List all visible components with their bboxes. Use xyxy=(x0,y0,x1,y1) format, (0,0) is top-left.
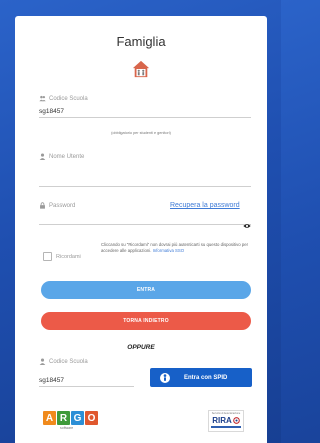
lock-icon xyxy=(40,202,45,209)
page-title: Famiglia xyxy=(116,34,166,49)
argo-letter: G xyxy=(71,411,84,425)
back-button[interactable]: TORNA INDIETRO xyxy=(41,312,251,330)
rira-caption: Servizio di Autenticazione xyxy=(211,412,241,415)
family-house-icon xyxy=(132,60,150,78)
argo-letter: O xyxy=(85,411,98,425)
sso-info-link[interactable]: Informativa SSO xyxy=(153,248,185,253)
enter-button[interactable]: ENTRA xyxy=(41,281,251,299)
show-password-icon[interactable] xyxy=(243,223,251,229)
password-input[interactable] xyxy=(39,213,251,225)
remember-label: Ricordami xyxy=(56,254,81,260)
rira-wordmark: RIRA xyxy=(212,416,240,425)
argo-letter: A xyxy=(43,411,56,425)
spid-school-code-input[interactable]: sg18457 xyxy=(39,375,134,387)
argo-subtitle: software xyxy=(60,426,74,430)
username-input[interactable] xyxy=(39,175,251,187)
user-icon xyxy=(39,153,46,160)
school-code-hint: (obbligatorio per studenti e genitori) xyxy=(111,131,171,135)
password-label: Password xyxy=(39,202,75,209)
school-code-input[interactable]: sg18457 xyxy=(39,106,251,118)
remember-notice: Cliccando su "Ricordami" non dovrai più … xyxy=(101,242,249,253)
remember-checkbox[interactable] xyxy=(43,252,52,261)
recover-password-link[interactable]: Recupera la password xyxy=(170,202,240,209)
user-icon xyxy=(39,358,46,365)
rira-emblem-icon xyxy=(232,417,240,424)
oppure-divider: OPPURE xyxy=(127,344,155,351)
argo-logo: A R G O xyxy=(43,411,98,425)
rira-logo: Servizio di Autenticazione RIRA xyxy=(208,410,244,432)
rira-bar xyxy=(211,426,241,428)
username-label: Nome Utente xyxy=(39,153,84,160)
spid-login-button[interactable]: Entra con SPID xyxy=(150,368,252,387)
spid-school-code-label: Codice Scuola xyxy=(39,358,88,365)
spid-user-icon xyxy=(160,372,170,383)
login-card: Famiglia Codice Scuola sg18457 (obbligat… xyxy=(15,16,267,443)
school-code-label: Codice Scuola xyxy=(39,95,88,102)
spid-button-label: Entra con SPID xyxy=(184,374,228,381)
argo-letter: R xyxy=(57,411,70,425)
users-icon xyxy=(39,95,46,102)
